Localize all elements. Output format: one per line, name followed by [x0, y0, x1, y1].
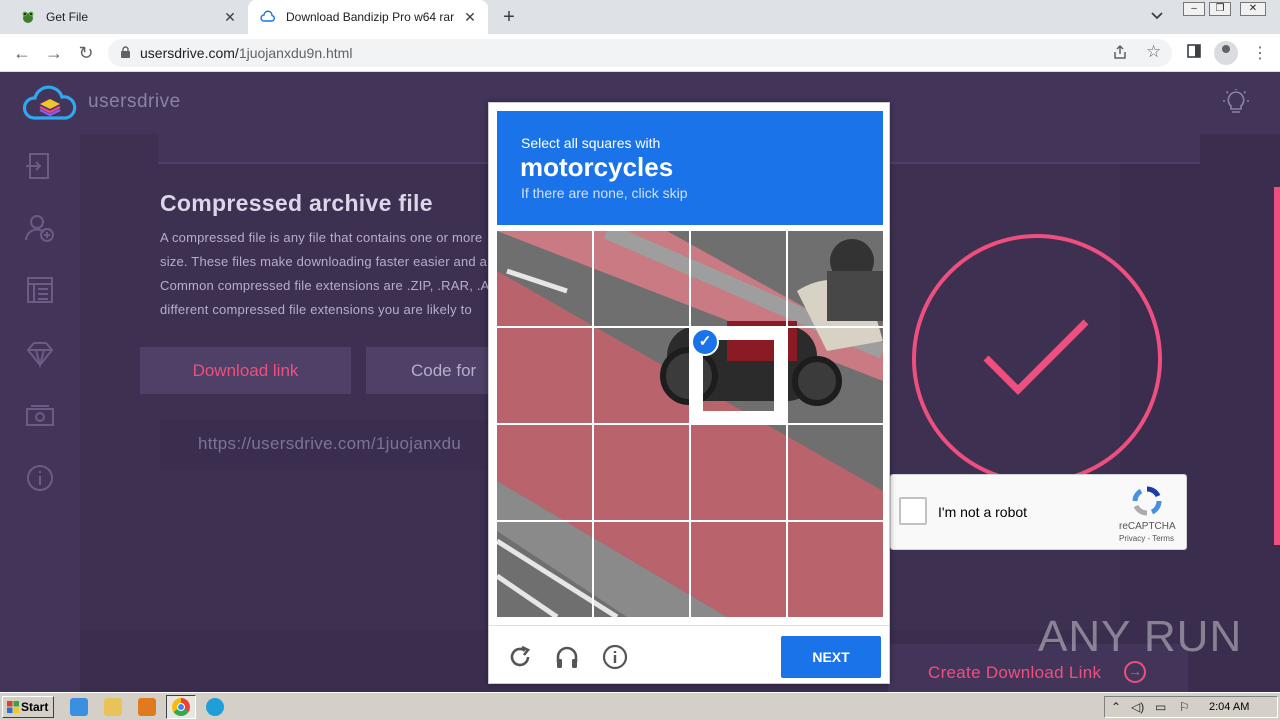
privacy-terms-links[interactable]: Privacy - Terms — [1119, 534, 1174, 543]
tab-get-file[interactable]: Get File ✕ — [8, 0, 248, 34]
forward-arrow-icon[interactable]: → — [42, 41, 66, 65]
section-heading: Compressed archive file — [160, 190, 433, 216]
challenge-object: motorcycles — [520, 152, 674, 182]
next-button[interactable]: NEXT — [781, 636, 881, 678]
anyrun-watermark: ANY RUN — [1038, 612, 1243, 661]
tray-expand-icon[interactable]: ⌃ — [1111, 700, 1121, 714]
reload-challenge-icon[interactable] — [507, 644, 533, 670]
menu-dots-icon[interactable]: ⋮ — [1252, 43, 1268, 63]
start-button[interactable]: Start — [2, 696, 54, 718]
tile-click-layer[interactable] — [497, 231, 883, 617]
recaptcha-challenge: Select all squares with motorcycles If t… — [488, 102, 890, 684]
paragraph-line: different compressed file extensions you… — [160, 302, 472, 317]
code-for-tab[interactable]: Code for — [366, 347, 496, 394]
tab-strip: Get File ✕ Download Bandizip Pro w64 rar… — [0, 0, 1280, 34]
document-list-icon[interactable] — [24, 274, 56, 306]
tab-title: Get File — [46, 10, 89, 24]
diamond-icon[interactable] — [24, 338, 56, 370]
sign-in-icon[interactable] — [24, 150, 56, 182]
profile-avatar-icon[interactable] — [1214, 41, 1238, 65]
challenge-header: Select all squares with motorcycles If t… — [497, 111, 883, 225]
side-panel-icon[interactable] — [1186, 43, 1202, 64]
bookmark-star-icon[interactable]: ☆ — [1146, 42, 1161, 62]
money-icon[interactable] — [24, 400, 56, 432]
tab-download-bandizip[interactable]: Download Bandizip Pro w64 rar ✕ — [248, 0, 488, 34]
address-bar[interactable]: usersdrive.com/1juojanxdu9n.html ☆ — [108, 39, 1172, 67]
taskbar: Start ⌃ ◁) ▭ ⚐ 2:04 AM — [0, 692, 1280, 720]
close-tab-icon[interactable]: ✕ — [462, 9, 478, 25]
success-checkmark-icon — [912, 234, 1162, 484]
recaptcha-logo-icon — [1132, 486, 1162, 516]
close-window-button[interactable]: ✕ — [1240, 2, 1266, 16]
media-player-icon[interactable] — [138, 698, 156, 716]
back-arrow-icon[interactable]: ← — [10, 41, 34, 65]
audio-challenge-icon[interactable] — [554, 644, 580, 670]
usersdrive-logo-icon[interactable] — [22, 84, 78, 124]
not-robot-label: I'm not a robot — [938, 504, 1028, 520]
lightbulb-icon[interactable] — [1222, 88, 1250, 116]
chrome-taskbar-button[interactable] — [166, 695, 196, 719]
recaptcha-anchor: I'm not a robot reCAPTCHA Privacy - Term… — [890, 474, 1187, 550]
challenge-footer: NEXT — [489, 625, 889, 683]
new-tab-button[interactable]: + — [498, 6, 520, 28]
add-user-icon[interactable] — [24, 212, 56, 244]
windows-logo-icon — [7, 701, 19, 713]
url-path: 1juojanxdu9n.html — [238, 45, 353, 61]
chevron-down-icon[interactable] — [1150, 8, 1164, 25]
challenge-hint: If there are none, click skip — [521, 185, 688, 201]
share-icon[interactable] — [1112, 44, 1128, 64]
clock[interactable]: 2:04 AM — [1209, 701, 1249, 713]
not-robot-checkbox[interactable] — [899, 497, 927, 525]
edge-icon[interactable] — [206, 698, 224, 716]
start-label: Start — [21, 700, 49, 714]
network-icon[interactable]: ▭ — [1155, 700, 1166, 714]
paragraph-line: Common compressed file extensions are .Z… — [160, 278, 500, 293]
brand-name[interactable]: usersdrive — [88, 91, 181, 113]
download-link-text[interactable]: https://usersdrive.com/1juojanxdu — [198, 434, 461, 454]
info-icon[interactable] — [602, 644, 628, 670]
flag-icon[interactable]: ⚐ — [1179, 700, 1190, 714]
paragraph-line: A compressed file is any file that conta… — [160, 230, 483, 245]
reload-icon[interactable]: ↻ — [74, 41, 98, 65]
internet-explorer-icon[interactable] — [70, 698, 88, 716]
url-text[interactable]: usersdrive.com/1juojanxdu9n.html — [140, 45, 352, 61]
lock-icon[interactable] — [120, 46, 131, 62]
tab-title: Download Bandizip Pro w64 rar — [286, 10, 455, 24]
download-link-tab[interactable]: Download link — [140, 347, 351, 394]
cloud-icon — [260, 9, 276, 25]
challenge-instruction: Select all squares with — [521, 135, 661, 151]
info-icon[interactable] — [24, 462, 56, 494]
selected-check-icon: ✓ — [691, 328, 719, 356]
paragraph-line: size. These files make downloading faste… — [160, 254, 491, 269]
volume-icon[interactable]: ◁) — [1131, 700, 1144, 714]
browser-toolbar: ← → ↻ usersdrive.com/1juojanxdu9n.html ☆… — [0, 34, 1280, 72]
scrollbar[interactable] — [1274, 187, 1280, 545]
frog-icon — [20, 9, 36, 25]
url-domain: usersdrive.com/ — [140, 45, 239, 61]
sidebar — [0, 134, 80, 692]
arrow-right-circle-icon[interactable]: → — [1124, 661, 1146, 683]
folder-icon[interactable] — [104, 698, 122, 716]
create-download-link-label[interactable]: Create Download Link — [928, 663, 1101, 683]
chrome-icon-center — [177, 703, 185, 711]
system-tray: ⌃ ◁) ▭ ⚐ 2:04 AM — [1104, 696, 1278, 718]
close-tab-icon[interactable]: ✕ — [222, 9, 238, 25]
restore-button[interactable]: ❐ — [1209, 2, 1231, 16]
recaptcha-brand: reCAPTCHA — [1119, 521, 1176, 532]
minimize-button[interactable]: – — [1183, 2, 1205, 16]
